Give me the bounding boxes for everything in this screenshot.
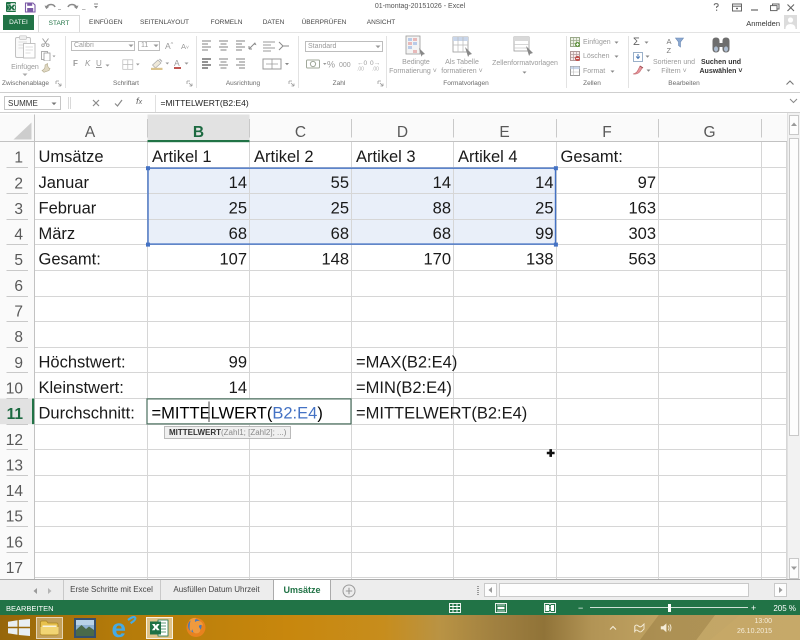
svg-text:170: 170 bbox=[423, 250, 451, 268]
svg-text:14: 14 bbox=[433, 173, 451, 191]
svg-text:14: 14 bbox=[535, 173, 553, 191]
svg-text:e: e bbox=[112, 615, 126, 640]
svg-text:Kleinstwert:: Kleinstwert: bbox=[39, 378, 124, 396]
svg-text:3: 3 bbox=[14, 200, 23, 217]
svg-text:F: F bbox=[602, 123, 611, 140]
svg-text:C: C bbox=[295, 123, 306, 140]
svg-text:55: 55 bbox=[331, 173, 349, 191]
svg-text:88: 88 bbox=[433, 199, 451, 217]
svg-text:=MITTELWERT(B2:E4): =MITTELWERT(B2:E4) bbox=[152, 404, 323, 422]
svg-text:99: 99 bbox=[229, 353, 247, 371]
svg-text:Gesamt:: Gesamt: bbox=[561, 148, 623, 166]
svg-text:68: 68 bbox=[331, 225, 349, 243]
svg-text:138: 138 bbox=[526, 250, 554, 268]
svg-text:14: 14 bbox=[229, 173, 247, 191]
svg-text:.00: .00 bbox=[372, 66, 379, 71]
svg-text:B: B bbox=[193, 123, 204, 140]
svg-text:14: 14 bbox=[6, 483, 24, 500]
svg-text:4: 4 bbox=[14, 226, 23, 243]
svg-text:11: 11 bbox=[7, 406, 24, 423]
svg-text:9: 9 bbox=[14, 354, 23, 371]
svg-text:17: 17 bbox=[6, 560, 23, 577]
svg-text:99: 99 bbox=[535, 225, 553, 243]
svg-text:März: März bbox=[39, 225, 76, 243]
svg-text:148: 148 bbox=[321, 250, 349, 268]
svg-text:25: 25 bbox=[229, 199, 247, 217]
svg-text:000: 000 bbox=[339, 62, 351, 69]
svg-text:15: 15 bbox=[6, 508, 23, 525]
svg-text:E: E bbox=[499, 123, 509, 140]
svg-text:MITTELWERT(Zahl1; [Zahl2]; ...: MITTELWERT(Zahl1; [Zahl2]; ...) bbox=[169, 428, 287, 437]
svg-text:Höchstwert:: Höchstwert: bbox=[39, 353, 126, 371]
svg-text:12: 12 bbox=[6, 431, 23, 448]
svg-text:303: 303 bbox=[628, 225, 656, 243]
svg-text:Januar: Januar bbox=[39, 173, 90, 191]
svg-text:.00: .00 bbox=[357, 66, 364, 71]
svg-text:Gesamt:: Gesamt: bbox=[39, 250, 101, 268]
svg-text:A: A bbox=[667, 37, 672, 46]
svg-text:Februar: Februar bbox=[39, 199, 97, 217]
svg-text:6: 6 bbox=[14, 277, 23, 294]
svg-text:8: 8 bbox=[14, 329, 23, 346]
svg-text:68: 68 bbox=[229, 225, 247, 243]
svg-text:16: 16 bbox=[6, 534, 23, 551]
svg-text:Artikel 2: Artikel 2 bbox=[254, 148, 314, 166]
svg-text:A: A bbox=[85, 123, 96, 140]
svg-text:68: 68 bbox=[433, 225, 451, 243]
svg-text:97: 97 bbox=[638, 173, 656, 191]
svg-text:7: 7 bbox=[14, 303, 23, 320]
svg-text:Durchschnitt:: Durchschnitt: bbox=[39, 404, 135, 422]
svg-text:1: 1 bbox=[14, 149, 23, 166]
svg-text:=MIN(B2:E4): =MIN(B2:E4) bbox=[356, 378, 452, 396]
svg-text:=MITTELWERT(B2:E4): =MITTELWERT(B2:E4) bbox=[356, 404, 527, 422]
svg-text:25: 25 bbox=[535, 199, 553, 217]
svg-text:563: 563 bbox=[628, 250, 656, 268]
svg-text:D: D bbox=[397, 123, 408, 140]
svg-text:Z: Z bbox=[667, 46, 672, 55]
svg-text:Artikel 4: Artikel 4 bbox=[458, 148, 518, 166]
svg-text:Umsätze: Umsätze bbox=[39, 148, 104, 166]
svg-text:107: 107 bbox=[219, 250, 247, 268]
svg-text:Artikel 3: Artikel 3 bbox=[356, 148, 416, 166]
svg-text:14: 14 bbox=[229, 378, 247, 396]
svg-text:25: 25 bbox=[331, 199, 349, 217]
svg-text:163: 163 bbox=[628, 199, 656, 217]
svg-text:=MAX(B2:E4): =MAX(B2:E4) bbox=[356, 353, 457, 371]
svg-text:Artikel 1: Artikel 1 bbox=[152, 148, 212, 166]
svg-text:5: 5 bbox=[14, 252, 23, 269]
svg-text:13: 13 bbox=[6, 457, 23, 474]
svg-text:10: 10 bbox=[6, 380, 24, 397]
svg-text:%: % bbox=[327, 59, 335, 69]
svg-text:G: G bbox=[703, 123, 715, 140]
svg-text:2: 2 bbox=[14, 175, 23, 192]
